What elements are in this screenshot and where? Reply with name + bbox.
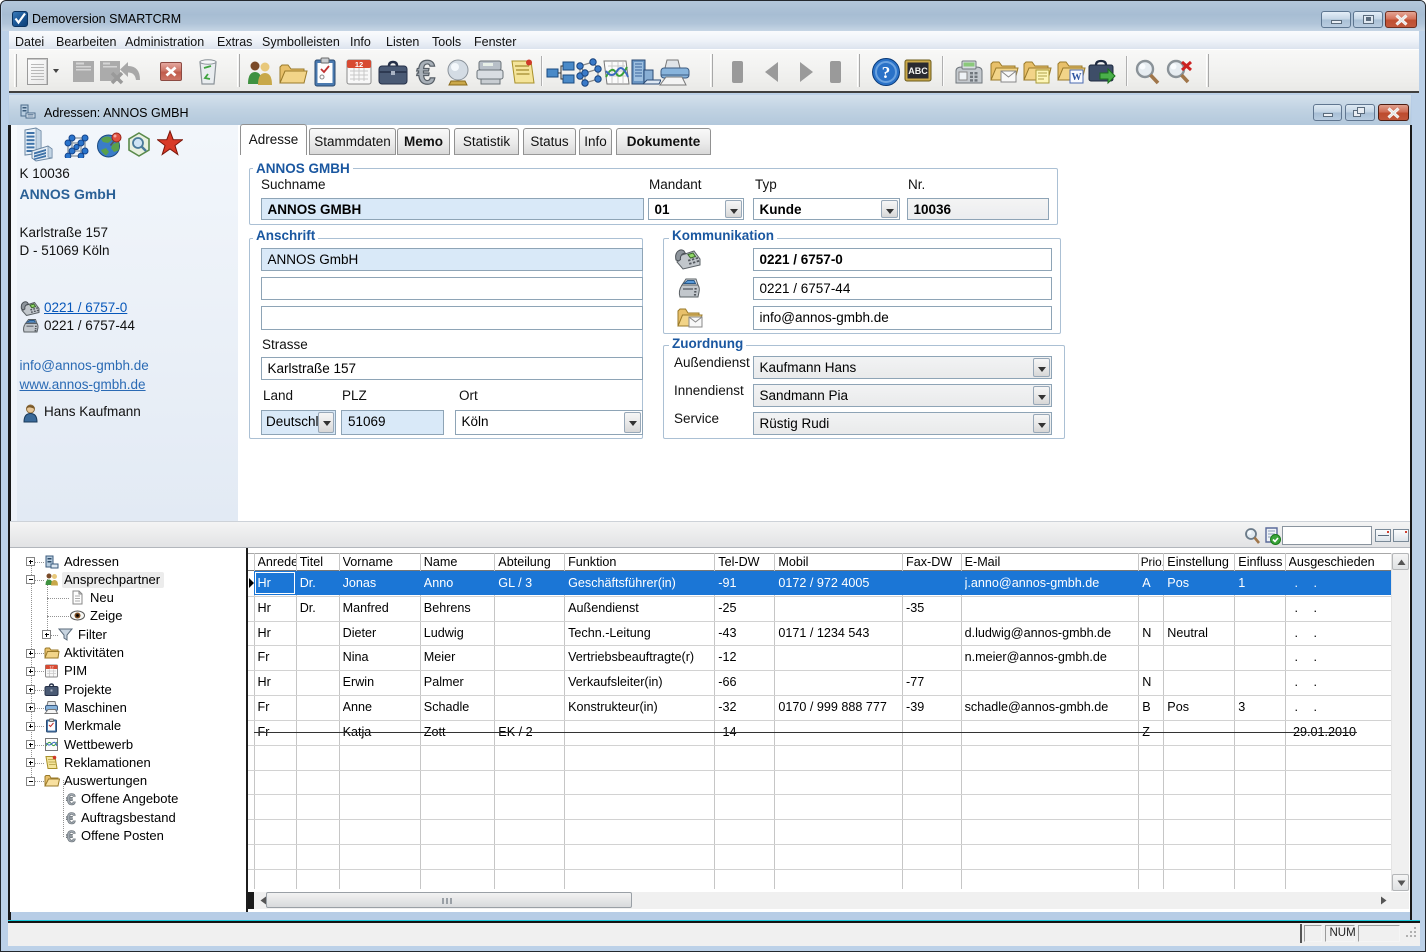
svg-text:12: 12	[355, 60, 363, 69]
svg-text:W: W	[1072, 72, 1082, 83]
svg-text:?: ?	[882, 63, 891, 82]
svg-text:12: 12	[49, 666, 53, 670]
svg-text:€: €	[66, 828, 76, 843]
svg-text:ABC: ABC	[908, 66, 928, 76]
svg-text:€: €	[417, 55, 436, 88]
svg-text:€: €	[66, 791, 76, 806]
svg-text:€: €	[66, 810, 76, 825]
